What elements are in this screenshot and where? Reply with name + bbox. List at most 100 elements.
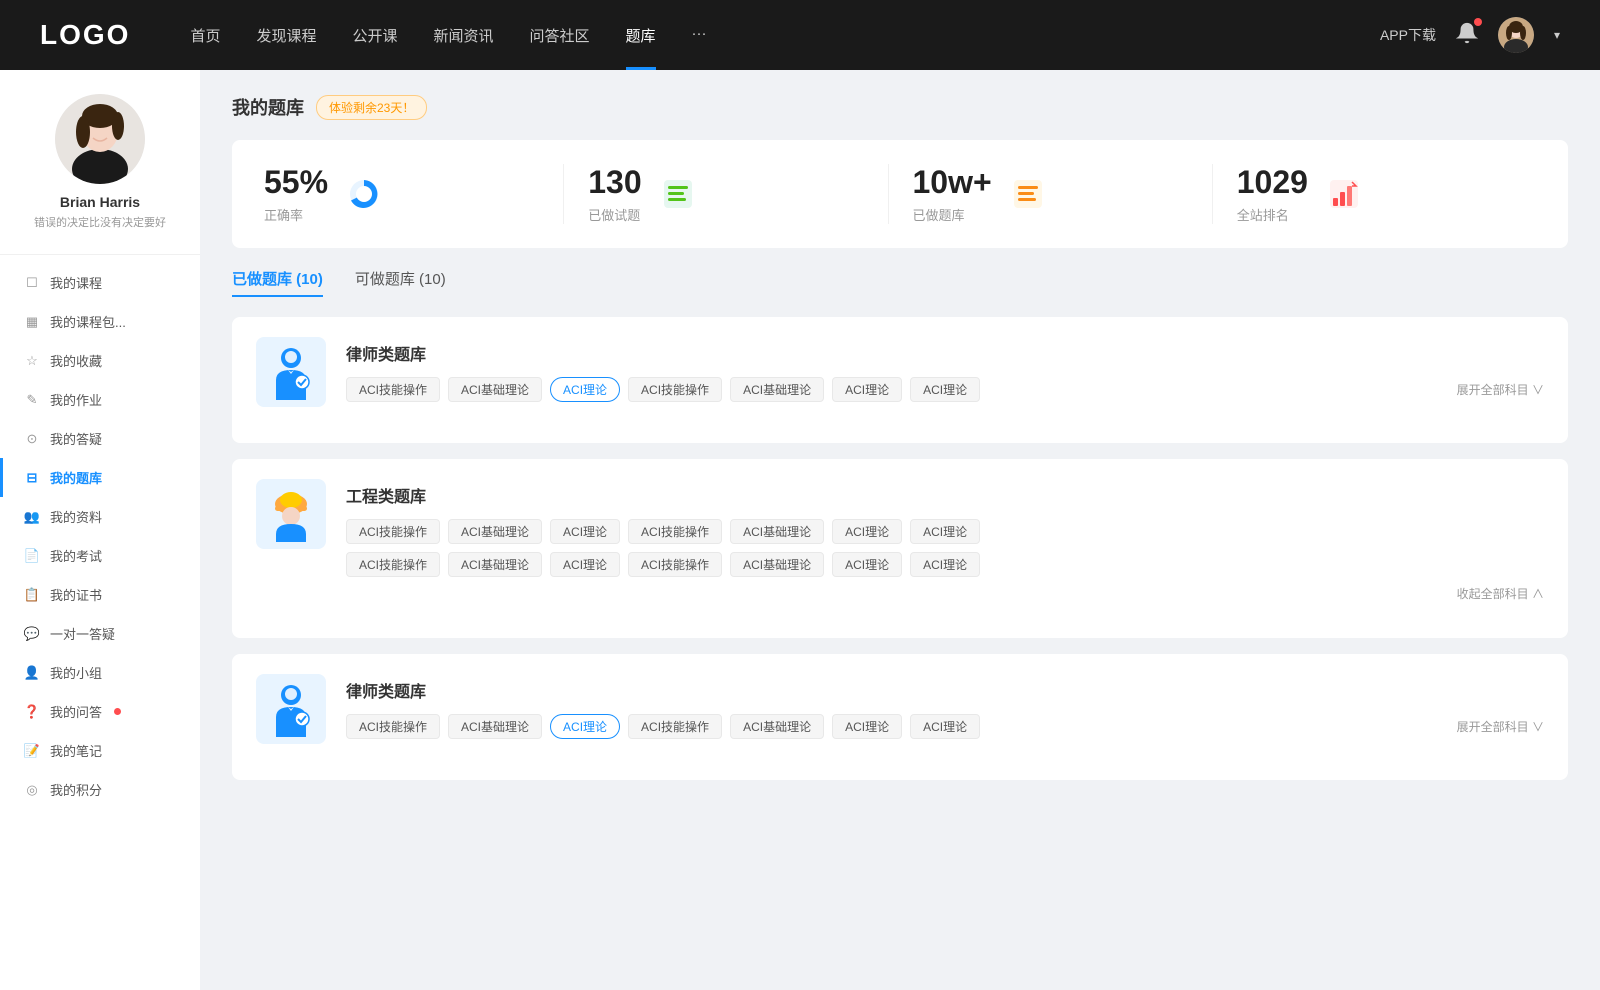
tag[interactable]: ACI理论 (910, 714, 980, 739)
tag[interactable]: ACI理论 (832, 714, 902, 739)
tag[interactable]: ACI理论 (550, 552, 620, 577)
nav-home[interactable]: 首页 (190, 25, 220, 46)
homework-icon: ✎ (24, 392, 40, 408)
collapse-link-2[interactable]: 收起全部科目 ∧ (1457, 585, 1544, 602)
tag[interactable]: ACI基础理论 (448, 519, 542, 544)
sidebar-item-questions[interactable]: ❓ 我的问答 (0, 692, 200, 731)
sidebar-item-collection[interactable]: ☆ 我的收藏 (0, 341, 200, 380)
sidebar-item-group[interactable]: 👤 我的小组 (0, 653, 200, 692)
qbank-card-3-tags: 律师类题库 ACI技能操作 ACI基础理论 ACI理论 ACI技能操作 ACI基… (346, 674, 1544, 739)
tag-active[interactable]: ACI理论 (550, 714, 620, 739)
tag[interactable]: ACI基础理论 (730, 714, 824, 739)
qbank-card-1-title: 律师类题库 (346, 341, 1544, 365)
sidebar-item-certificate[interactable]: 📋 我的证书 (0, 575, 200, 614)
group-icon: 👤 (24, 665, 40, 681)
trial-badge: 体验剩余23天！ (316, 95, 427, 120)
tag-active[interactable]: ACI理论 (550, 377, 620, 402)
sidebar-item-homework[interactable]: ✎ 我的作业 (0, 380, 200, 419)
nav-open[interactable]: 公开课 (352, 25, 397, 46)
navbar: LOGO 首页 发现课程 公开课 新闻资讯 问答社区 题库 ··· APP下载 (0, 0, 1600, 70)
tag[interactable]: ACI技能操作 (628, 552, 722, 577)
stat-accuracy-label: 正确率 (264, 205, 328, 224)
tag[interactable]: ACI技能操作 (628, 714, 722, 739)
notes-icon: 📝 (24, 743, 40, 759)
nav-more[interactable]: ··· (692, 25, 707, 46)
sidebar-menu: ☐ 我的课程 ▦ 我的课程包... ☆ 我的收藏 ✎ 我的作业 ⊙ 我的答疑 ⊟… (0, 263, 200, 809)
stat-done-questions-value: 130 (588, 164, 641, 201)
page-header: 我的题库 体验剩余23天！ (232, 94, 1568, 120)
tag[interactable]: ACI理论 (832, 552, 902, 577)
1on1-icon: 💬 (24, 626, 40, 642)
tab-done-banks[interactable]: 已做题库 (10) (232, 268, 323, 297)
sidebar-profile: Brian Harris 错误的决定比没有决定要好 (0, 94, 200, 255)
sidebar-item-course[interactable]: ☐ 我的课程 (0, 263, 200, 302)
sidebar-label-notes: 我的笔记 (50, 741, 102, 760)
course-icon: ☐ (24, 275, 40, 291)
sidebar-label-doubt: 我的答疑 (50, 429, 102, 448)
nav-qa[interactable]: 问答社区 (530, 25, 590, 46)
stat-accuracy-icon (344, 174, 384, 214)
tab-available-banks[interactable]: 可做题库 (10) (355, 268, 446, 297)
user-menu-chevron[interactable]: ▾ (1554, 28, 1560, 42)
sidebar-label-data: 我的资料 (50, 507, 102, 526)
sidebar-label-certificate: 我的证书 (50, 585, 102, 604)
expand-link-1[interactable]: 展开全部科目 ∨ (1457, 381, 1544, 398)
expand-link-3[interactable]: 展开全部科目 ∨ (1457, 718, 1544, 735)
tag[interactable]: ACI技能操作 (346, 552, 440, 577)
tag[interactable]: ACI技能操作 (628, 519, 722, 544)
sidebar-item-points[interactable]: ◎ 我的积分 (0, 770, 200, 809)
stats-row: 55% 正确率 130 已做试题 (232, 140, 1568, 248)
qbank-card-1-tags: 律师类题库 ACI技能操作 ACI基础理论 ACI理论 ACI技能操作 ACI基… (346, 337, 1544, 402)
tag[interactable]: ACI基础理论 (730, 377, 824, 402)
nav-right: APP下载 ▾ (1380, 17, 1560, 53)
app-download-link[interactable]: APP下载 (1380, 25, 1436, 45)
sidebar-item-doubt[interactable]: ⊙ 我的答疑 (0, 419, 200, 458)
sidebar-label-exam: 我的考试 (50, 546, 102, 565)
stat-done-banks: 10w+ 已做题库 (889, 164, 1213, 224)
collection-icon: ☆ (24, 353, 40, 369)
stat-rank-label: 全站排名 (1237, 205, 1308, 224)
sidebar-item-notes[interactable]: 📝 我的笔记 (0, 731, 200, 770)
sidebar-avatar (55, 94, 145, 184)
points-icon: ◎ (24, 782, 40, 798)
tag[interactable]: ACI基础理论 (448, 714, 542, 739)
certificate-icon: 📋 (24, 587, 40, 603)
stat-rank-value: 1029 (1237, 164, 1308, 201)
qbank-card-2-icon (256, 479, 326, 549)
nav-discover[interactable]: 发现课程 (256, 25, 316, 46)
logo[interactable]: LOGO (40, 19, 130, 51)
tag[interactable]: ACI理论 (832, 519, 902, 544)
sidebar-item-1on1[interactable]: 💬 一对一答疑 (0, 614, 200, 653)
tag[interactable]: ACI基础理论 (730, 519, 824, 544)
tag[interactable]: ACI基础理论 (448, 552, 542, 577)
exam-icon: 📄 (24, 548, 40, 564)
tag[interactable]: ACI技能操作 (346, 519, 440, 544)
tag[interactable]: ACI理论 (832, 377, 902, 402)
sidebar: Brian Harris 错误的决定比没有决定要好 ☐ 我的课程 ▦ 我的课程包… (0, 70, 200, 990)
tag[interactable]: ACI技能操作 (346, 377, 440, 402)
sidebar-item-data[interactable]: 👥 我的资料 (0, 497, 200, 536)
data-icon: 👥 (24, 509, 40, 525)
qbank-card-2-tags: 工程类题库 ACI技能操作 ACI基础理论 ACI理论 ACI技能操作 ACI基… (346, 479, 1544, 602)
tag[interactable]: ACI理论 (910, 552, 980, 577)
tag[interactable]: ACI技能操作 (346, 714, 440, 739)
user-avatar[interactable] (1498, 17, 1534, 53)
tag[interactable]: ACI基础理论 (448, 377, 542, 402)
stat-done-questions-text: 130 已做试题 (588, 164, 641, 224)
tag[interactable]: ACI理论 (910, 519, 980, 544)
tag[interactable]: ACI技能操作 (628, 377, 722, 402)
tag[interactable]: ACI理论 (550, 519, 620, 544)
tag[interactable]: ACI基础理论 (730, 552, 824, 577)
notification-bell[interactable] (1456, 22, 1478, 49)
stat-accuracy-text: 55% 正确率 (264, 164, 328, 224)
qbank-card-2-header: 工程类题库 ACI技能操作 ACI基础理论 ACI理论 ACI技能操作 ACI基… (256, 479, 1544, 602)
sidebar-item-qbank[interactable]: ⊟ 我的题库 (0, 458, 200, 497)
sidebar-label-qbank: 我的题库 (50, 468, 102, 487)
sidebar-item-course-package[interactable]: ▦ 我的课程包... (0, 302, 200, 341)
tag[interactable]: ACI理论 (910, 377, 980, 402)
sidebar-item-exam[interactable]: 📄 我的考试 (0, 536, 200, 575)
main-container: Brian Harris 错误的决定比没有决定要好 ☐ 我的课程 ▦ 我的课程包… (0, 70, 1600, 990)
nav-qbank[interactable]: 题库 (626, 25, 656, 46)
nav-news[interactable]: 新闻资讯 (434, 25, 494, 46)
nav-links: 首页 发现课程 公开课 新闻资讯 问答社区 题库 ··· (190, 25, 1380, 46)
